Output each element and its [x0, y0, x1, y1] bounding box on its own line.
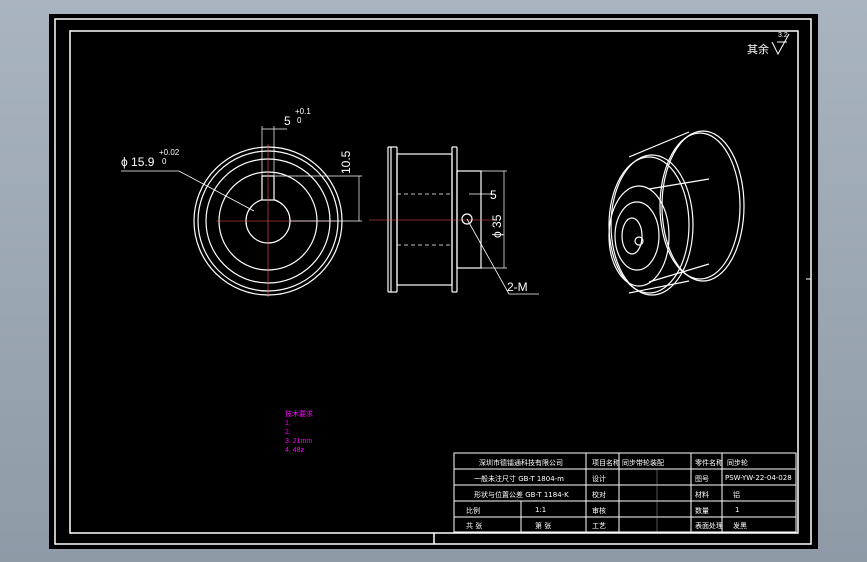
tb-row5b: 第 张: [535, 522, 552, 530]
drawing-canvas: [54, 18, 812, 545]
bore-tol-lower: 0: [162, 157, 167, 166]
tb-name-value: 同步轮: [727, 459, 748, 467]
key-depth: 10.5: [339, 150, 353, 174]
roughness-label: 其余: [747, 44, 769, 56]
bore-dimension: ϕ 15.9: [121, 155, 155, 169]
tb-col2-process: 工艺: [592, 522, 606, 530]
inner-border: [69, 30, 799, 534]
tb-row5a: 共 张: [466, 522, 483, 530]
tb-company: 深圳市德镭通科技有限公司: [479, 459, 563, 467]
tech-note: 3. 21mm: [285, 438, 313, 445]
tech-note: 4. 48z: [285, 447, 305, 454]
isometric-view: [608, 130, 745, 296]
cad-viewport[interactable]: 其余 3.2 ϕ 15.9 +0.02 0 5 +0.1 0 10.5 5 ϕ …: [49, 14, 818, 549]
tb-col2-review: 审核: [592, 507, 606, 515]
tech-notes: 技术要求 1. 2. 3. 21mm 4. 48z: [285, 410, 313, 455]
key-tol-upper: +0.1: [295, 107, 311, 116]
screw-callout: 2-M: [507, 280, 528, 294]
tb-row2: 一般未注尺寸 GB-T 1804-m: [474, 475, 564, 483]
tb-project-label: 项目名称: [592, 459, 620, 467]
roughness-value: 3.2: [778, 32, 788, 39]
bore-tol-upper: +0.02: [159, 148, 180, 157]
tb-row3: 形状与位置公差 GB-T 1184-K: [474, 491, 569, 499]
tb-finish-label: 表面处理: [695, 522, 723, 530]
tb-row4a: 比例: [466, 507, 480, 515]
tb-material-value: 铝: [733, 491, 740, 499]
hub-length: 5: [490, 188, 497, 202]
front-view: [121, 126, 362, 297]
tb-qty-value: 1: [735, 506, 740, 514]
tb-material-label: 材料: [695, 491, 709, 499]
tech-note: 1.: [285, 420, 291, 427]
tb-qty-label: 数量: [695, 507, 709, 515]
key-tol-lower: 0: [297, 116, 302, 125]
tb-project-value: 同步带轮装配: [622, 459, 664, 467]
hub-diameter: ϕ 35: [490, 214, 504, 238]
tb-finish-value: 发黑: [733, 522, 747, 530]
tb-col2-check: 校对: [592, 491, 606, 499]
key-width: 5: [284, 114, 291, 128]
tech-note: 2.: [285, 429, 291, 436]
tb-code-label: 图号: [695, 475, 709, 483]
side-view: [369, 146, 539, 295]
tb-code-value: PSW-YW-22-04-028: [725, 474, 792, 482]
tb-name-label: 零件名称: [695, 459, 723, 467]
tb-row4b: 1:1: [535, 506, 547, 514]
tb-col2-design: 设计: [592, 475, 606, 483]
tech-note: 技术要求: [285, 411, 313, 418]
